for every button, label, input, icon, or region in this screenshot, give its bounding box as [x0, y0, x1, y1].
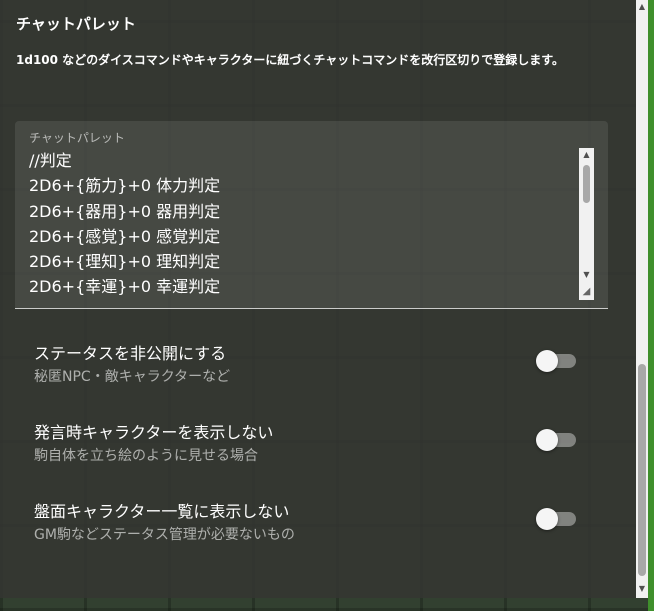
- chat-palette-label: チャットパレット: [29, 131, 125, 145]
- hide-from-list-toggle[interactable]: [536, 508, 578, 530]
- toggle-thumb[interactable]: [536, 350, 558, 372]
- toggle-thumb[interactable]: [536, 508, 558, 530]
- chat-palette-field[interactable]: チャットパレット //判定 2D6+{筋力}+0 体力判定 2D6+{器用}+0…: [15, 121, 608, 309]
- setting-hide-speaker-title: 発言時キャラクターを表示しない: [34, 423, 274, 442]
- chat-palette-line: 2D6+{筋力}+0 体力判定: [29, 176, 221, 196]
- setting-hide-from-list-title: 盤面キャラクター一覧に表示しない: [34, 502, 290, 521]
- chat-palette-line: 2D6+{理知}+0 理知判定: [29, 252, 221, 272]
- board-edge: [648, 0, 654, 611]
- chat-palette-scrollbar[interactable]: ▲ ▼ ◢: [579, 148, 594, 300]
- hide-status-toggle[interactable]: [536, 350, 578, 372]
- setting-hide-status-title: ステータスを非公開にする: [34, 344, 227, 363]
- hide-speaker-toggle[interactable]: [536, 429, 578, 451]
- section-title: チャットパレット: [16, 15, 136, 33]
- chat-palette-scrollbar-thumb[interactable]: [583, 165, 590, 203]
- toggle-thumb[interactable]: [536, 429, 558, 451]
- chat-palette-line: 2D6+{器用}+0 器用判定: [29, 201, 221, 221]
- settings-dialog: チャットパレット 1d100 などのダイスコマンドやキャラクターに紐づくチャット…: [0, 0, 636, 598]
- setting-hide-status-subtitle: 秘匿NPC・敵キャラクターなど: [34, 369, 231, 385]
- triangle-up-icon[interactable]: ▲: [636, 0, 648, 14]
- chat-palette-line: 2D6+{感覚}+0 感覚判定: [29, 226, 221, 246]
- chat-palette-line: //判定: [29, 151, 72, 170]
- chat-palette-line: 2D6+{幸運}+0 幸運判定: [29, 277, 221, 297]
- dialog-scrollbar-thumb[interactable]: [638, 364, 646, 576]
- triangle-down-icon[interactable]: ▼: [636, 582, 648, 596]
- chat-palette-textarea[interactable]: //判定 2D6+{筋力}+0 体力判定 2D6+{器用}+0 器用判定 2D6…: [29, 148, 577, 298]
- triangle-down-icon[interactable]: ▼: [579, 268, 594, 282]
- triangle-up-icon[interactable]: ▲: [579, 148, 594, 162]
- resize-grip-icon[interactable]: ◢: [579, 284, 594, 300]
- dialog-scrollbar[interactable]: ▲ ▼: [636, 0, 648, 598]
- setting-hide-from-list-subtitle: GM駒などステータス管理が必要ないもの: [34, 527, 295, 543]
- setting-hide-speaker-subtitle: 駒自体を立ち絵のように見せる場合: [34, 448, 258, 464]
- section-description: 1d100 などのダイスコマンドやキャラクターに紐づくチャットコマンドを改行区切…: [16, 53, 565, 67]
